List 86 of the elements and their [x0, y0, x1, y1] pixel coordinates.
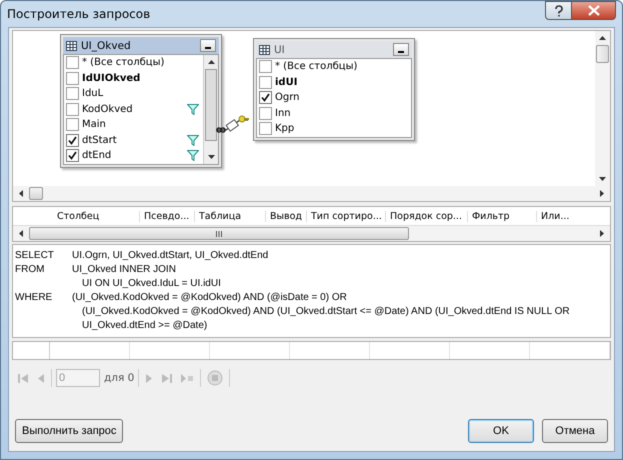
column-name: IduL: [82, 88, 104, 100]
checkbox[interactable]: [66, 72, 79, 85]
table-header[interactable]: UI_Okved: [63, 37, 219, 54]
help-button[interactable]: [545, 1, 572, 20]
up-arrow-icon[interactable]: [599, 36, 606, 40]
vertical-scrollbar[interactable]: [203, 55, 218, 164]
scroll-thumb[interactable]: [29, 227, 409, 240]
table-box[interactable]: UI_Okved * (Все столбцы) IdUIOkved IduL KodOkved Main dtStart dtEnd: [60, 34, 222, 168]
checkbox[interactable]: [259, 91, 272, 104]
column-header[interactable]: Порядок сор...: [386, 210, 468, 222]
grid-icon: [259, 44, 270, 54]
scroll-thumb[interactable]: [596, 45, 609, 63]
new-record-icon: [180, 372, 194, 384]
column-name: * (Все столбцы): [82, 57, 166, 68]
stop-icon: [207, 370, 224, 386]
checkbox[interactable]: [66, 134, 79, 147]
column-name: * (Все столбцы): [275, 61, 358, 72]
close-icon: [588, 5, 600, 16]
checkbox[interactable]: [66, 118, 79, 132]
column-header[interactable]: Псевдо...: [140, 210, 195, 222]
column-header[interactable]: Таблица: [195, 210, 266, 222]
down-arrow-icon[interactable]: [599, 177, 606, 181]
table-name: UI_Okved: [81, 40, 132, 52]
column-name: idUI: [275, 76, 298, 88]
checkbox[interactable]: [259, 60, 272, 74]
column-name: dtEnd: [82, 150, 112, 162]
next-record-icon: [145, 372, 154, 384]
grip-icon[interactable]: [216, 230, 222, 236]
column-list[interactable]: * (Все столбцы) idUI Ogrn Inn Kpp: [256, 58, 412, 138]
checkbox[interactable]: [259, 76, 272, 89]
column-name: Inn: [275, 108, 292, 119]
horizontal-scrollbar[interactable]: [13, 186, 610, 201]
sql-keyword: FROM: [15, 264, 46, 274]
left-arrow-icon[interactable]: [19, 190, 23, 197]
sql-text: UI_Okved.dtEnd >= @Date): [82, 320, 208, 330]
checkbox[interactable]: [66, 102, 79, 116]
help-icon: [554, 4, 564, 16]
last-record-icon: [161, 372, 172, 384]
table-box[interactable]: UI * (Все столбцы) idUI Ogrn Inn Kpp: [253, 38, 415, 140]
window-title: Построитель запросов: [7, 7, 152, 21]
cancel-button[interactable]: Отмена: [542, 419, 608, 443]
sql-text: UI.Ogrn, UI_Okved.dtStart, UI_Okved.dtEnd: [72, 250, 268, 260]
column-name: Main: [82, 119, 107, 130]
minimize-button[interactable]: [200, 39, 216, 52]
vertical-scrollbar[interactable]: [595, 31, 610, 186]
right-arrow-icon[interactable]: [600, 190, 604, 197]
column-header[interactable]: Фильтр: [468, 210, 537, 222]
column-header[interactable]: Вывод: [266, 210, 307, 222]
down-arrow-icon[interactable]: [208, 154, 214, 158]
column-list[interactable]: * (Все столбцы) IdUIOkved IduL KodOkved Main dtStart dtEnd: [63, 54, 219, 164]
sql-keyword: SELECT: [15, 250, 55, 260]
column-header[interactable]: Тип сортиро...: [307, 210, 386, 222]
ok-button[interactable]: OK: [468, 419, 534, 443]
checkbox[interactable]: [66, 87, 79, 100]
sql-text: (UI_Okved.KodOkved = @KodOkved) AND (UI_Okved.dtStart <= @Date) AND (UI_Okved.dtEnd IS NULL OR: [82, 306, 570, 316]
previous-record-icon: [37, 372, 45, 384]
column-name: IdUIOkved: [82, 72, 142, 84]
left-arrow-icon[interactable]: [19, 230, 23, 237]
sql-text: UI ON UI_Okved.IduL = UI.idUI: [82, 278, 221, 288]
sql-editor[interactable]: [12, 244, 611, 338]
column-name: Kpp: [275, 123, 296, 134]
checkbox[interactable]: [259, 122, 272, 136]
minimize-button[interactable]: [393, 43, 409, 56]
scroll-thumb[interactable]: [29, 187, 43, 200]
table-header[interactable]: UI: [256, 41, 412, 58]
sql-text: (UI_Okved.KodOkved = @KodOkved) AND (@isDate = 0) OR: [72, 292, 347, 302]
execute-query-button[interactable]: Выполнить запрос: [15, 419, 123, 443]
checkbox[interactable]: [259, 106, 272, 120]
column-header[interactable]: Столбец: [53, 210, 140, 222]
column-header[interactable]: Или...: [537, 210, 610, 222]
scroll-thumb[interactable]: [205, 69, 217, 141]
table-name: UI: [274, 44, 286, 56]
column-name: Ogrn: [275, 92, 300, 104]
record-count: для 0: [104, 372, 134, 384]
checkbox[interactable]: [66, 56, 79, 70]
column-name: dtStart: [82, 134, 118, 146]
column-name: KodOkved: [82, 104, 134, 115]
right-arrow-icon[interactable]: [600, 230, 604, 237]
grid-icon: [66, 40, 77, 50]
first-record-icon: [18, 372, 29, 384]
close-button[interactable]: [572, 1, 616, 20]
up-arrow-icon[interactable]: [208, 60, 214, 64]
horizontal-scrollbar[interactable]: [13, 226, 610, 241]
checkbox[interactable]: [66, 149, 79, 162]
sql-text: UI_Okved INNER JOIN: [72, 264, 176, 274]
sql-keyword: WHERE: [15, 292, 54, 302]
